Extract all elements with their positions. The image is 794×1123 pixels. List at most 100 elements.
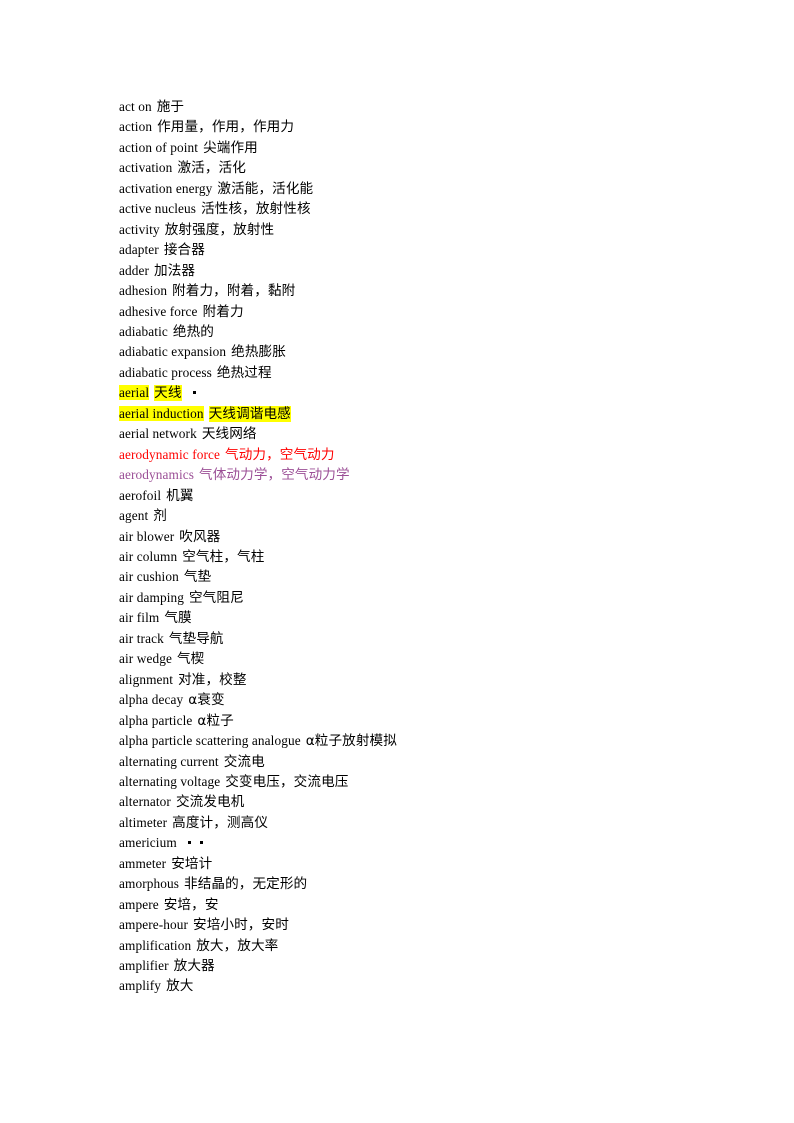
entry-gloss: 交流电 xyxy=(223,753,265,770)
entry-gloss: 施于 xyxy=(156,99,185,115)
glossary-entry: action 作用量，作用，作用力 xyxy=(119,117,739,137)
entry-term: aerial induction xyxy=(119,405,204,421)
entry-gloss: 安培小时，安时 xyxy=(193,917,289,934)
entry-term: active nucleus xyxy=(119,201,197,217)
entry-gloss: 高度计，测高仪 xyxy=(172,814,269,831)
glossary-entry: act on 施于 xyxy=(119,97,739,117)
entry-term: adhesive force xyxy=(119,303,198,319)
glossary-entry-list: act on 施于 action 作用量，作用，作用力 action of point 尖… xyxy=(119,97,739,997)
entry-gloss: 放射强度，放射性 xyxy=(164,221,275,238)
entry-term: ampere xyxy=(119,896,159,912)
entry-term: adapter xyxy=(119,242,159,258)
entry-term: air wedge xyxy=(119,651,172,667)
entry-term: altimeter xyxy=(119,814,168,830)
entry-gloss: α粒子放射模拟 xyxy=(305,733,397,750)
glossary-entry: activation energy 激活能，活化能 xyxy=(119,179,739,199)
glossary-entry: adiabatic 绝热的 xyxy=(119,322,739,342)
glossary-entry: amplifier 放大器 xyxy=(119,956,739,976)
entry-term: alpha particle xyxy=(119,712,193,728)
entry-gloss: 吹风器 xyxy=(179,528,221,545)
entry-gloss: 机翼 xyxy=(166,487,194,504)
entry-term: aerial xyxy=(119,385,150,401)
glossary-entry: air wedge 气楔 xyxy=(119,649,739,669)
glossary-entry: adiabatic process 绝热过程 xyxy=(119,363,739,383)
glossary-entry: ampere-hour 安培小时，安时 xyxy=(119,915,739,935)
entry-term: air column xyxy=(119,548,178,564)
entry-gloss: α衰变 xyxy=(188,692,225,709)
entry-term: alignment xyxy=(119,671,174,687)
entry-gloss: 放大，放大率 xyxy=(196,937,279,954)
entry-gloss: 激活能，活化能 xyxy=(217,180,314,197)
entry-gloss: 尖端作用 xyxy=(203,139,258,156)
entry-term: activity xyxy=(119,221,160,237)
entry-gloss: 气膜 xyxy=(164,610,192,627)
glossary-entry: altimeter 高度计，测高仪 xyxy=(119,813,739,833)
entry-gloss: 天线网络 xyxy=(201,426,257,443)
glossary-entry: adhesive force 附着力 xyxy=(119,302,739,322)
glossary-entry: adiabatic expansion 绝热膨胀 xyxy=(119,342,739,362)
glossary-entry: alpha decay α衰变 xyxy=(119,690,739,710)
entry-gloss: 非结晶的，无定形的 xyxy=(184,876,308,893)
glossary-entry: amplify 放大 xyxy=(119,976,739,996)
missing-glyph-icon xyxy=(187,841,191,845)
entry-gloss: 气楔 xyxy=(176,651,205,668)
entry-term: air track xyxy=(119,630,164,646)
entry-term: adiabatic expansion xyxy=(119,344,227,360)
glossary-entry: adapter 接合器 xyxy=(119,240,739,260)
entry-gloss: 附着力 xyxy=(202,303,244,320)
entry-term: amplification xyxy=(119,937,192,953)
glossary-entry: alternating current 交流电 xyxy=(119,752,739,772)
glossary-entry: air blower 吹风器 xyxy=(119,527,739,547)
entry-term: ampere-hour xyxy=(119,917,189,933)
glossary-entry: amorphous 非结晶的，无定形的 xyxy=(119,874,739,894)
entry-gloss: 气体动力学，空气动力学 xyxy=(199,467,350,484)
entry-term: adiabatic xyxy=(119,323,168,339)
glossary-entry: americium xyxy=(119,833,739,853)
glossary-entry: aerial induction 天线调谐电感 xyxy=(119,404,739,424)
entry-term: activation energy xyxy=(119,180,213,196)
glossary-entry: air film 气膜 xyxy=(119,608,739,628)
glossary-entry: aerial 天线 xyxy=(119,383,739,403)
glossary-entry: alpha particle α粒子 xyxy=(119,711,739,731)
glossary-entry: agent 剂 xyxy=(119,506,739,526)
entry-gloss: 绝热膨胀 xyxy=(231,344,286,361)
entry-gloss: α粒子 xyxy=(197,712,234,729)
entry-gloss: 对准，校整 xyxy=(178,671,247,688)
entry-term: alpha decay xyxy=(119,692,184,708)
glossary-entry: amplification 放大，放大率 xyxy=(119,936,739,956)
entry-term: air damping xyxy=(119,589,184,605)
entry-gloss: 附着力，附着，黏附 xyxy=(172,283,296,300)
glossary-entry: air column 空气柱，气柱 xyxy=(119,547,739,567)
entry-gloss: 绝热过程 xyxy=(216,364,272,381)
entry-gloss: 气垫导航 xyxy=(168,630,224,647)
entry-term: adhesion xyxy=(119,283,168,299)
entry-gloss: 空气阻尼 xyxy=(188,589,244,606)
entry-term: adder xyxy=(119,262,150,278)
missing-glyph-icon xyxy=(199,841,203,845)
missing-glyph-icon xyxy=(192,391,196,395)
entry-term: aerofoil xyxy=(119,487,162,503)
entry-term: alpha particle scattering analogue xyxy=(119,733,301,749)
entry-term: air blower xyxy=(119,528,175,544)
glossary-entry: activity 放射强度，放射性 xyxy=(119,220,739,240)
entry-term: action xyxy=(119,119,153,135)
entry-term: alternating voltage xyxy=(119,773,221,789)
entry-gloss: 放大器 xyxy=(173,958,215,975)
glossary-entry: aerodynamics 气体动力学，空气动力学 xyxy=(119,465,739,485)
glossary-entry: action of point 尖端作用 xyxy=(119,138,739,158)
entry-term: amplifier xyxy=(119,958,169,974)
glossary-entry: air cushion 气垫 xyxy=(119,567,739,587)
entry-term: aerial network xyxy=(119,426,197,442)
entry-gloss: 安培计 xyxy=(171,855,213,872)
glossary-entry: alpha particle scattering analogue α粒子放射模… xyxy=(119,731,739,751)
entry-gloss: 交变电压，交流电压 xyxy=(225,773,349,790)
glossary-entry: ammeter 安培计 xyxy=(119,854,739,874)
entry-gloss: 天线 xyxy=(154,385,182,402)
entry-gloss: 活性核，放射性核 xyxy=(201,201,311,218)
glossary-entry: adder 加法器 xyxy=(119,261,739,281)
entry-term: alternator xyxy=(119,794,171,810)
entry-gloss: 激活，活化 xyxy=(177,160,246,177)
glossary-entry: alternating voltage 交变电压，交流电压 xyxy=(119,772,739,792)
entry-gloss: 剂 xyxy=(153,508,167,525)
glossary-entry: aerodynamic force 气动力，空气动力 xyxy=(119,445,739,465)
